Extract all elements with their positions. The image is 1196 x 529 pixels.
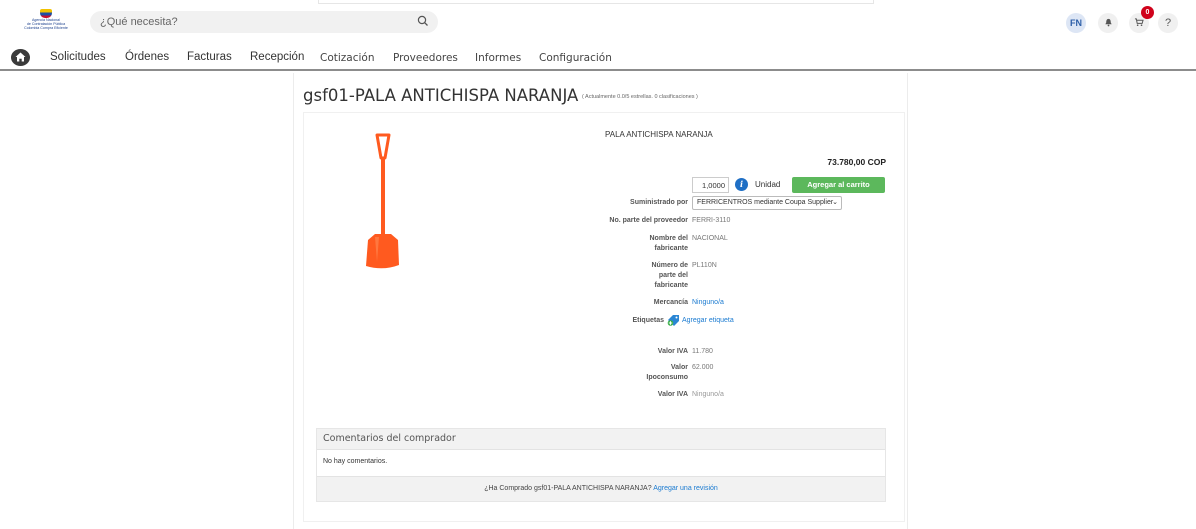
quantity-input[interactable] bbox=[692, 177, 729, 193]
unit-label: Unidad bbox=[755, 180, 781, 189]
ipoconsumo-label-1: Valor bbox=[670, 364, 688, 371]
manufacturer-label-2: fabricante bbox=[654, 245, 688, 252]
nav-solicitudes[interactable]: Solicitudes bbox=[50, 51, 106, 63]
product-price: 73.780,00 COP bbox=[827, 157, 886, 167]
column-divider-right bbox=[907, 73, 908, 529]
iva2-label: Valor IVA bbox=[657, 391, 688, 398]
page-title: gsf01-PALA ANTICHISPA NARANJA bbox=[303, 86, 579, 105]
supplier-select[interactable]: FERRICENTROS mediante Coupa Supplier ⌄ bbox=[692, 196, 842, 210]
iva-label: Valor IVA bbox=[657, 348, 688, 355]
commodity-link[interactable]: Ninguno/a bbox=[692, 298, 724, 308]
logo-text-3: Colombia Compra Eficiente bbox=[24, 26, 68, 30]
agency-logo[interactable]: Agencia Nacional de Contratación Pública… bbox=[14, 9, 78, 35]
rating-summary[interactable]: ( Actualmente 0.0/5 estrellas. 0 clasifi… bbox=[582, 94, 698, 100]
manufacturer-label-1: Nombre del bbox=[649, 235, 688, 242]
nav-informes[interactable]: Informes bbox=[475, 52, 521, 64]
cart-count-badge: 0 bbox=[1141, 6, 1154, 19]
ipoconsumo-label-2: Ipoconsumo bbox=[646, 374, 688, 381]
mfr-part-value: PL110N bbox=[692, 262, 717, 269]
info-icon[interactable]: i bbox=[735, 178, 748, 191]
supplier-select-value: FERRICENTROS mediante Coupa Supplier bbox=[697, 199, 834, 206]
ipoconsumo-value: 62.000 bbox=[692, 364, 714, 371]
crest-icon bbox=[40, 9, 52, 18]
home-icon bbox=[15, 52, 26, 62]
review-prompt-line: ¿Ha Comprado gsf01-PALA ANTICHISPA NARAN… bbox=[317, 485, 885, 492]
review-question: ¿Ha Comprado gsf01-PALA ANTICHISPA NARAN… bbox=[484, 485, 652, 492]
user-avatar[interactable]: FN bbox=[1066, 13, 1086, 33]
nav-configuracion[interactable]: Configuración bbox=[539, 52, 612, 64]
chevron-down-icon: ⌄ bbox=[832, 199, 838, 206]
no-comments-text: No hay comentarios. bbox=[323, 458, 388, 465]
home-button[interactable] bbox=[11, 49, 30, 66]
top-divider bbox=[318, 0, 874, 4]
manufacturer-value: NACIONAL bbox=[692, 235, 728, 242]
notifications-button[interactable] bbox=[1098, 13, 1118, 33]
mfr-part-label-1: Número de bbox=[651, 262, 688, 269]
cart-icon bbox=[1134, 18, 1144, 27]
nav-ordenes[interactable]: Órdenes bbox=[125, 51, 169, 63]
tags-label: Etiquetas bbox=[632, 317, 664, 324]
bell-icon bbox=[1104, 18, 1112, 27]
mfr-part-label-2: parte del bbox=[658, 272, 688, 279]
add-review-link[interactable]: Agregar una revisión bbox=[653, 485, 718, 492]
nav-cotizacion[interactable]: Cotización bbox=[320, 52, 375, 64]
comments-header: Comentarios del comprador bbox=[317, 429, 885, 450]
search-box bbox=[90, 11, 438, 33]
nav-proveedores[interactable]: Proveedores bbox=[393, 52, 458, 64]
cart-button[interactable]: 0 bbox=[1129, 6, 1154, 33]
add-tag-icon[interactable] bbox=[667, 314, 680, 326]
review-prompt: ¿Ha Comprado gsf01-PALA ANTICHISPA NARAN… bbox=[317, 476, 885, 501]
search-icon[interactable] bbox=[416, 14, 430, 28]
product-name: PALA ANTICHISPA NARANJA bbox=[605, 130, 713, 139]
add-tag-link[interactable]: Agregar etiqueta bbox=[682, 316, 734, 326]
column-divider-left bbox=[293, 73, 294, 529]
main-nav: Solicitudes Órdenes Facturas Recepción C… bbox=[0, 46, 1196, 71]
top-bar: Agencia Nacional de Contratación Pública… bbox=[0, 0, 1196, 42]
supplier-part-label: No. parte del proveedor bbox=[609, 217, 688, 224]
add-to-cart-button[interactable]: Agregar al carrito bbox=[792, 177, 885, 193]
help-button[interactable]: ? bbox=[1158, 13, 1178, 33]
supplied-by-label: Suministrado por bbox=[630, 199, 688, 206]
commodity-label: Mercancía bbox=[653, 299, 688, 306]
supplier-part-value: FERRI-3110 bbox=[692, 217, 731, 224]
product-image[interactable] bbox=[355, 130, 410, 280]
comments-title: Comentarios del comprador bbox=[323, 433, 456, 444]
search-input[interactable] bbox=[100, 13, 400, 31]
iva-value: 11.780 bbox=[692, 348, 713, 355]
mfr-part-label-3: fabricante bbox=[654, 282, 688, 289]
iva2-value: Ninguno/a bbox=[692, 391, 724, 398]
nav-facturas[interactable]: Facturas bbox=[187, 51, 232, 63]
nav-recepcion[interactable]: Recepción bbox=[250, 51, 304, 63]
buyer-comments: Comentarios del comprador No hay comenta… bbox=[316, 428, 886, 502]
